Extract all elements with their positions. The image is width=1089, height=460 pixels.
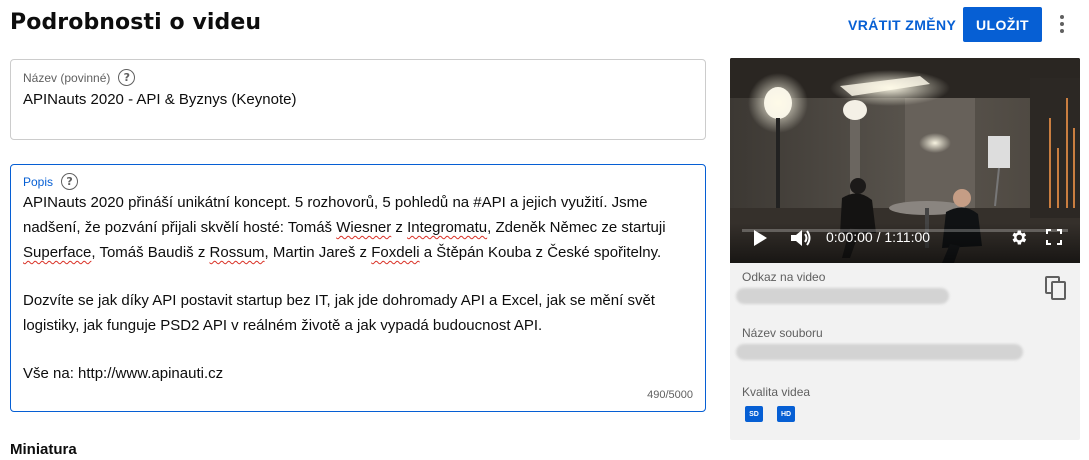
video-player[interactable]: 0:00:00 / 1:11:00	[730, 58, 1080, 263]
description-paragraph: Dozvíte se jak díky API postavit startup…	[23, 292, 655, 334]
gear-icon[interactable]	[1009, 228, 1028, 247]
thumbnail-heading: Miniatura	[10, 441, 77, 458]
description-field[interactable]: Popis ? APINauts 2020 přináší unikátní k…	[10, 164, 706, 412]
quality-badge-hd: HD	[777, 406, 795, 422]
save-button[interactable]: ULOŽIT	[963, 7, 1042, 42]
video-panel: 0:00:00 / 1:11:00 Odkaz na video Název s…	[730, 58, 1080, 440]
spellcheck-word: Superface	[23, 244, 92, 261]
fullscreen-icon[interactable]	[1046, 229, 1062, 245]
filename-label: Název souboru	[742, 326, 823, 340]
time-display: 0:00:00 / 1:11:00	[826, 229, 931, 245]
filename-redacted	[736, 344, 1023, 360]
undo-changes-button[interactable]: VRÁTIT ZMĚNY	[838, 8, 966, 42]
spellcheck-word: Rossum	[209, 244, 265, 261]
play-icon[interactable]	[754, 230, 767, 246]
spellcheck-word: Foxdeli	[371, 244, 420, 261]
help-icon[interactable]: ?	[118, 69, 136, 86]
help-icon[interactable]: ?	[61, 173, 79, 190]
title-field-label-group: Název (povinné) ?	[23, 69, 136, 86]
video-link-label: Odkaz na video	[742, 270, 826, 284]
spellcheck-word: Wiesner	[336, 219, 392, 236]
video-quality-label: Kvalita videa	[742, 385, 811, 399]
title-input[interactable]: APINauts 2020 - API & Byznys (Keynote)	[23, 91, 296, 108]
page-title: Podrobnosti o videu	[10, 10, 262, 35]
description-paragraph: APINauts 2020 přináší unikátní koncept. …	[23, 194, 666, 261]
description-paragraph: Vše na: http://www.apinauti.cz	[23, 365, 224, 382]
description-label: Popis	[23, 174, 54, 189]
title-field-label: Název (povinné)	[23, 70, 111, 85]
title-field[interactable]: Název (povinné) ? APINauts 2020 - API & …	[10, 59, 706, 140]
character-counter: 490/5000	[647, 389, 693, 401]
volume-icon[interactable]	[790, 228, 812, 248]
copy-icon[interactable]	[1045, 276, 1067, 300]
spellcheck-word: Integromatu	[407, 219, 488, 236]
video-link-redacted[interactable]	[736, 288, 949, 304]
quality-badge-sd: SD	[745, 406, 763, 422]
more-vert-icon[interactable]	[1052, 10, 1072, 38]
description-label-group: Popis ?	[23, 173, 79, 190]
description-textarea[interactable]: APINauts 2020 přináší unikátní koncept. …	[23, 190, 693, 386]
